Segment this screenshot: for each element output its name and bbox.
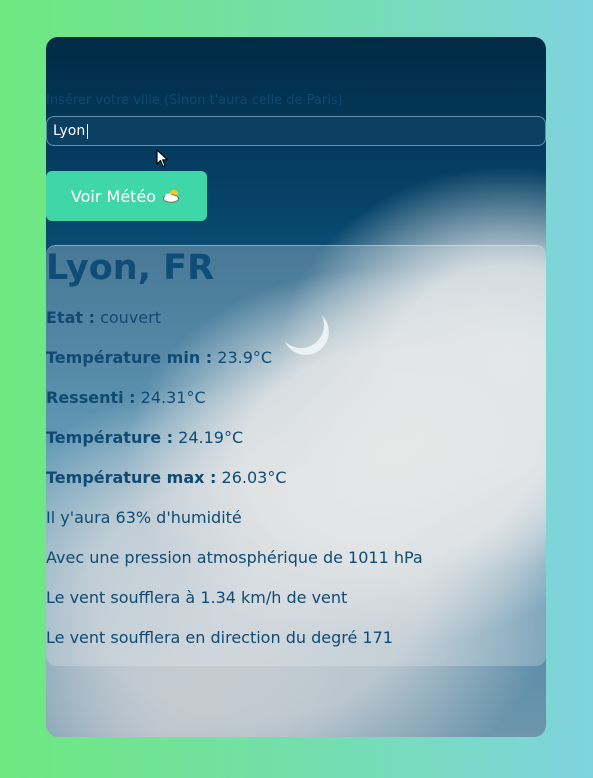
temp-max-row: Température max : 26.03°C [46, 468, 287, 487]
temp-max-value: 26.03°C [221, 468, 287, 487]
city-input[interactable] [46, 116, 546, 146]
cloud-sun-icon [163, 189, 180, 203]
temperature-row: Température : 24.19°C [46, 428, 243, 447]
temp-min-row: Température min : 23.9°C [46, 348, 272, 367]
wind-direction-text: Le vent soufflera en direction du degré … [46, 628, 393, 647]
temp-min-value: 23.9°C [217, 348, 273, 367]
weather-card: Insérer votre ville (Sinon t'aura celle … [46, 37, 546, 737]
mouse-cursor-icon [156, 149, 169, 168]
ressenti-label: Ressenti : [46, 388, 136, 407]
humidity-text: Il y'aura 63% d'humidité [46, 508, 242, 527]
etat-label: Etat : [46, 308, 95, 327]
ressenti-row: Ressenti : 24.31°C [46, 388, 206, 407]
pressure-text: Avec une pression atmosphérique de 1011 … [46, 548, 423, 567]
temp-max-label: Température max : [46, 468, 217, 487]
weather-results-panel: Lyon, FR Etat : couvert Température min … [46, 245, 546, 666]
voir-meteo-button[interactable]: Voir Météo [46, 171, 207, 221]
text-caret [87, 124, 88, 139]
ressenti-value: 24.31°C [140, 388, 206, 407]
search-label: Insérer votre ville (Sinon t'aura celle … [46, 93, 343, 108]
etat-row: Etat : couvert [46, 308, 161, 327]
temp-min-label: Température min : [46, 348, 213, 367]
voir-meteo-label: Voir Météo [70, 186, 157, 206]
wind-speed-text: Le vent soufflera à 1.34 km/h de vent [46, 588, 348, 607]
temperature-value: 24.19°C [178, 428, 244, 447]
etat-value: couvert [100, 308, 161, 327]
temperature-label: Température : [46, 428, 174, 447]
city-title: Lyon, FR [46, 248, 215, 288]
